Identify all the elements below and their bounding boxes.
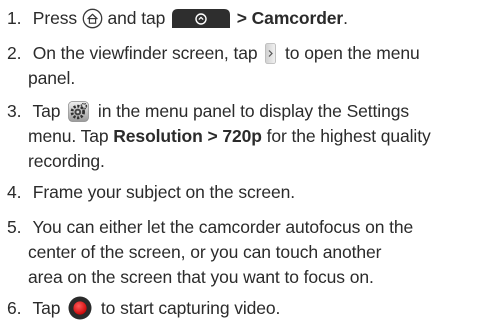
step-text: to open the menu (285, 43, 420, 63)
step-text: You can either let the camcorder autofoc… (32, 217, 414, 237)
step-3: 3. Tap in the menu panel to display the … (7, 99, 485, 174)
resolution-label: Resolution > 720p (113, 126, 262, 146)
step-number: 6. (7, 298, 22, 318)
menu-arrow-icon (265, 43, 277, 64)
step-text: recording. (28, 151, 105, 171)
record-button-icon (68, 296, 92, 320)
step-6: 6. Tap to start capturing video. (7, 296, 485, 321)
step-line: menu. Tap Resolution > 720p for the high… (7, 124, 485, 149)
camcorder-label: > Camcorder (236, 8, 344, 28)
step-text: area on the screen that you want to focu… (28, 267, 374, 287)
step-2: 2. On the viewfinder screen, tap to open… (7, 41, 485, 91)
step-text: Tap (32, 101, 61, 121)
step-number: 1. (7, 8, 22, 28)
step-text: . (343, 8, 348, 28)
step-text: On the viewfinder screen, tap (32, 43, 258, 63)
step-5: 5. You can either let the camcorder auto… (7, 215, 485, 290)
camera-tab-icon (172, 9, 230, 28)
step-number: 3. (7, 101, 22, 121)
step-text: center of the screen, or you can touch a… (28, 242, 382, 262)
step-text: Frame your subject on the screen. (32, 182, 296, 202)
step-text: Press (32, 8, 77, 28)
step-text: to start capturing video. (100, 298, 281, 318)
step-text: panel. (28, 68, 76, 88)
home-icon (82, 8, 103, 29)
step-text: in the menu panel to display the Setting… (97, 101, 410, 121)
step-number: 5. (7, 217, 22, 237)
step-text: and tap (107, 8, 166, 28)
step-text: for the highest quality (266, 126, 431, 146)
step-text: menu. Tap (28, 126, 109, 146)
step-1: 1. Press and tap > Camcorder. (7, 6, 485, 31)
step-number: 4. (7, 182, 22, 202)
step-4: 4. Frame your subject on the screen. (7, 180, 485, 205)
step-number: 2. (7, 43, 22, 63)
settings-gear-icon (68, 101, 89, 122)
step-text: Tap (32, 298, 61, 318)
